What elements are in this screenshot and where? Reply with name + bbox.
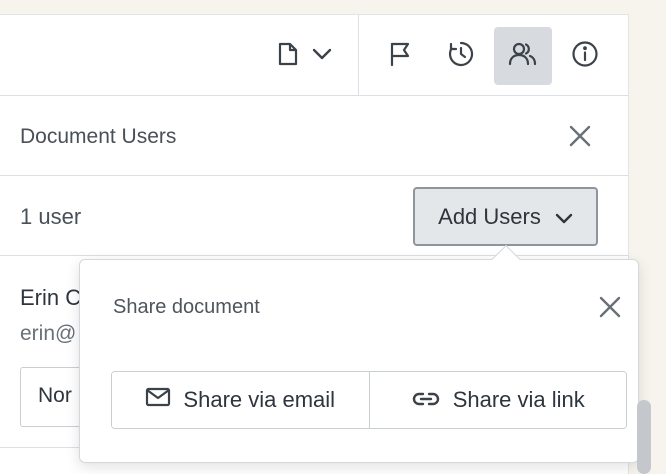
share-document-popover: Share document Share via email Share via… <box>79 244 639 463</box>
info-icon <box>571 40 599 73</box>
flag-button[interactable] <box>371 27 429 85</box>
users-button[interactable] <box>494 27 552 85</box>
document-users-header: Document Users <box>0 96 628 176</box>
share-options: Share via email Share via link <box>111 371 627 429</box>
chevron-down-icon <box>312 47 332 65</box>
user-email: erin@ <box>20 322 77 345</box>
users-icon <box>508 41 538 72</box>
share-via-link-label: Share via link <box>452 387 585 412</box>
user-count: 1 user <box>20 204 82 229</box>
users-summary-row: 1 user Add Users <box>0 176 628 256</box>
close-popover-icon[interactable] <box>597 294 623 320</box>
history-icon <box>447 40 475 73</box>
close-panel-icon[interactable] <box>567 123 593 149</box>
envelope-icon <box>145 387 171 413</box>
role-select-value: Nor <box>38 384 72 407</box>
user-name: Erin C <box>20 285 82 310</box>
info-button[interactable] <box>556 27 614 85</box>
document-icon <box>278 42 298 71</box>
panel-title: Document Users <box>20 125 177 148</box>
share-via-email-button[interactable]: Share via email <box>112 372 369 428</box>
document-menu-button[interactable] <box>270 27 340 85</box>
add-users-button[interactable]: Add Users <box>413 187 598 246</box>
history-button[interactable] <box>432 27 490 85</box>
flag-icon <box>388 41 412 72</box>
chevron-down-icon <box>555 204 573 230</box>
add-users-label: Add Users <box>438 203 541 229</box>
scrollbar[interactable] <box>637 400 651 474</box>
toolbar <box>0 15 628 96</box>
toolbar-divider <box>358 15 359 96</box>
share-via-email-label: Share via email <box>183 387 336 412</box>
link-icon <box>411 387 441 413</box>
share-via-link-button[interactable]: Share via link <box>368 372 626 428</box>
popover-title: Share document <box>113 296 260 318</box>
